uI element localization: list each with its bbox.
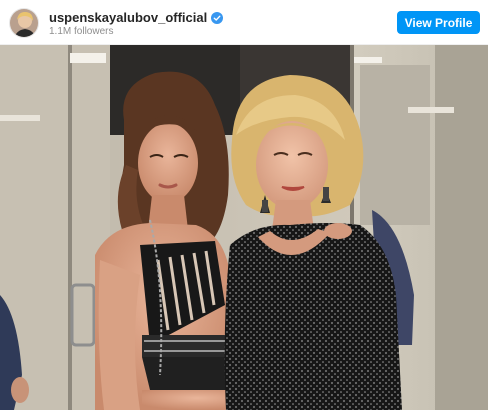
post-header: uspenskayalubov_official 1.1M followers … bbox=[0, 0, 488, 45]
follower-count: 1.1M followers bbox=[49, 26, 114, 37]
verified-badge-icon bbox=[211, 11, 224, 24]
avatar[interactable] bbox=[9, 8, 39, 38]
username[interactable]: uspenskayalubov_official bbox=[49, 10, 207, 25]
view-profile-button[interactable]: View Profile bbox=[397, 11, 480, 34]
post-photo[interactable] bbox=[0, 45, 488, 410]
